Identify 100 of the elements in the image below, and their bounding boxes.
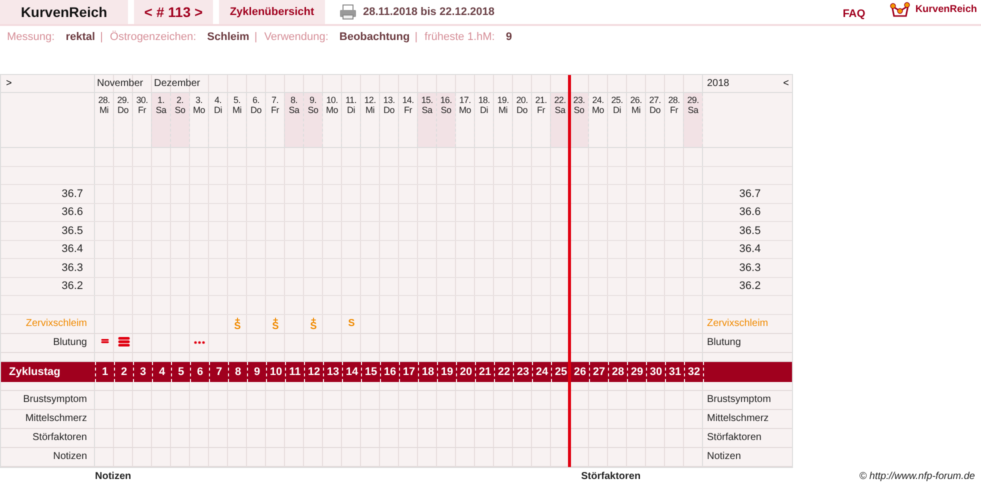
day-header: 10. Mo <box>323 93 342 147</box>
cycle-day-number: 18 <box>418 362 437 382</box>
cycle-day-number: 19 <box>437 362 456 382</box>
day-header: 5. Mi <box>228 93 247 147</box>
day-header: 27. Do <box>646 93 665 147</box>
day-header: 29. Do <box>114 93 133 147</box>
cycle-day-number: 20 <box>456 362 475 382</box>
row-label: Zyklustag <box>9 366 60 378</box>
cycle-day-number: 5 <box>171 362 190 382</box>
day-header: 16. So <box>437 93 456 147</box>
mucus-symbol: + S <box>234 316 241 330</box>
cycle-day-number: 8 <box>228 362 247 382</box>
row-label: Brustsymptom <box>707 394 771 405</box>
overview-tab[interactable]: Zyklenübersicht <box>219 0 325 24</box>
day-header: 18. Di <box>475 93 494 147</box>
cycle-day-number: 24 <box>532 362 551 382</box>
date-range: 28.11.2018 bis 22.12.2018 <box>363 6 495 18</box>
temperature-label: 36.5 <box>739 224 761 237</box>
cycle-day-number: 12 <box>304 362 323 382</box>
day-header: 12. Mi <box>361 93 380 147</box>
collapse-button[interactable]: < <box>781 78 791 89</box>
setting-value: rektal <box>66 31 96 43</box>
row-label: Brustsymptom <box>23 394 87 405</box>
row-label: Notizen <box>53 451 87 462</box>
day-header: 6. Do <box>247 93 266 147</box>
temperature-label: 36.4 <box>62 243 83 256</box>
day-header: 11. Di <box>342 93 361 147</box>
year-label: 2018 <box>707 78 730 89</box>
cycle-navigation[interactable]: < # 113 > <box>134 0 213 24</box>
cycle-day-number: 27 <box>589 362 608 382</box>
copyright-text: © http://www.nfp-forum.de <box>859 471 975 482</box>
day-header: 29. Sa <box>684 93 703 147</box>
temperature-label: 36.7 <box>739 188 761 200</box>
temperature-label: 36.7 <box>62 188 83 200</box>
day-header: 1. Sa <box>152 93 171 147</box>
faq-link[interactable]: FAQ <box>842 8 866 20</box>
cycle-day-number: 29 <box>627 362 646 382</box>
logo-text: KurvenReich <box>915 4 977 14</box>
cycle-day-number: 11 <box>285 362 304 382</box>
cycle-day-number: 13 <box>323 362 342 382</box>
cycle-day-number: 1 <box>95 362 114 382</box>
setting-label: Messung: <box>7 31 55 43</box>
row-label: Zervixschleim <box>26 318 87 329</box>
cycle-day-number: 14 <box>342 362 361 382</box>
section-heading: Notizen <box>95 471 132 482</box>
day-header: 24. Mo <box>589 93 608 147</box>
separator-text: | <box>100 31 103 43</box>
cycle-day-number: 15 <box>361 362 380 382</box>
collapse-button[interactable]: > <box>1 75 95 92</box>
row-label: Notizen <box>707 451 741 462</box>
setting-value: Schleim <box>207 31 250 43</box>
temperature-label: 36.2 <box>62 280 83 292</box>
mucus-symbol: + S <box>272 316 279 330</box>
day-header: 8. Sa <box>285 93 304 147</box>
row-label: Blutung <box>707 337 741 348</box>
row-label: Blutung <box>53 337 87 348</box>
row-label: Mittelschmerz <box>707 413 769 424</box>
row-label: Zervixschleim <box>707 318 768 329</box>
cycle-day-number: 31 <box>665 362 684 382</box>
day-header: 17. Mo <box>456 93 475 147</box>
day-header: 2. So <box>171 93 190 147</box>
day-header: 20. Do <box>513 93 532 147</box>
temperature-label: 36.6 <box>739 206 761 218</box>
cycle-day-number: 6 <box>190 362 209 382</box>
temperature-label: 36.3 <box>739 262 761 274</box>
day-header: 13. Do <box>380 93 399 147</box>
setting-label: Östrogenzeichen: <box>110 31 196 43</box>
temperature-label: 36.5 <box>62 224 83 237</box>
printer-icon[interactable] <box>339 4 357 20</box>
temperature-label: 36.2 <box>739 280 761 292</box>
section-heading: Störfaktoren <box>581 471 641 482</box>
cycle-day-number: 22 <box>494 362 513 382</box>
cycle-day-number: 28 <box>608 362 627 382</box>
cycle-day-number: 3 <box>133 362 152 382</box>
cycle-day-number: 23 <box>513 362 532 382</box>
row-label: Mittelschmerz <box>25 413 87 424</box>
cycle-day-number: 7 <box>209 362 228 382</box>
setting-label: früheste 1.hM: <box>424 31 495 43</box>
day-header: 19. Mi <box>494 93 513 147</box>
separator-text: | <box>414 31 418 43</box>
cycle-day-number: 9 <box>247 362 266 382</box>
month-label: Dezember <box>154 78 200 89</box>
separator-text: | <box>254 31 258 43</box>
cycle-day-number: 16 <box>380 362 399 382</box>
row-label: Störfaktoren <box>707 432 762 443</box>
day-header: 26. Mi <box>627 93 646 147</box>
cycle-day-number: 30 <box>646 362 665 382</box>
month-label: November <box>97 78 144 89</box>
day-header: 23. So <box>570 93 589 147</box>
temperature-label: 36.4 <box>739 243 761 256</box>
logo-icon <box>889 1 912 19</box>
day-header: 28. Mi <box>95 93 114 147</box>
day-header: 4. Di <box>209 93 228 147</box>
mucus-symbol: S <box>348 320 355 328</box>
setting-value: 9 <box>506 31 512 43</box>
cycle-day-number: 21 <box>475 362 494 382</box>
temperature-label: 36.3 <box>62 262 83 274</box>
cycle-day-number: 2 <box>114 362 133 382</box>
setting-label: Verwendung: <box>264 31 328 43</box>
setting-value: Beobachtung <box>339 31 410 43</box>
